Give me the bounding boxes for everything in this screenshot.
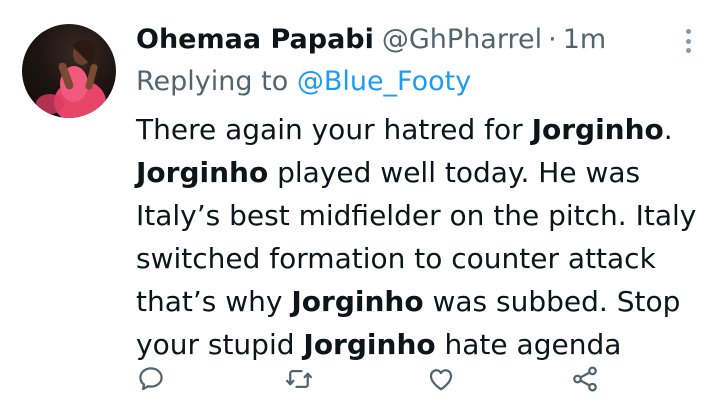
replying-to-mention[interactable]: @Blue_Footy	[297, 66, 471, 97]
share-button[interactable]	[568, 362, 602, 396]
timestamp[interactable]: 1m	[563, 20, 606, 60]
tweet-card[interactable]: Ohemaa Papabi @GhPharrel · 1m Replying t…	[0, 0, 720, 412]
tweet-text-segment: There again your hatred for	[136, 113, 532, 146]
highlighted-keyword: Jorginho	[291, 285, 424, 318]
display-name[interactable]: Ohemaa Papabi	[136, 20, 374, 60]
highlighted-keyword: Jorginho	[303, 328, 436, 361]
retweet-button[interactable]	[282, 362, 316, 396]
more-options-icon[interactable]	[678, 26, 698, 56]
tweet-text-segment: .	[663, 113, 673, 146]
comment-bubble-icon	[139, 367, 163, 391]
tweet-text-segment: hate agenda	[435, 328, 622, 361]
more-dot	[685, 38, 691, 44]
tweet-header: Ohemaa Papabi @GhPharrel · 1m	[136, 20, 606, 60]
retweet-icon	[286, 370, 312, 388]
highlighted-keyword: Jorginho	[531, 113, 664, 146]
highlighted-keyword: Jorginho	[136, 156, 269, 189]
heart-icon	[429, 369, 453, 391]
like-button[interactable]	[424, 362, 458, 396]
avatar-image	[36, 39, 106, 118]
separator-dot: ·	[548, 24, 557, 55]
more-dot	[685, 48, 691, 53]
reply-button[interactable]	[134, 362, 168, 396]
user-handle[interactable]: @GhPharrel	[382, 20, 542, 60]
share-icon	[573, 366, 597, 392]
action-bar	[0, 362, 720, 402]
tweet-text: There again your hatred for Jorginho. Jo…	[136, 108, 706, 366]
avatar[interactable]	[22, 24, 116, 118]
replying-to: Replying to @Blue_Footy	[136, 62, 471, 102]
more-dot	[685, 29, 691, 34]
replying-to-label: Replying to	[136, 66, 289, 97]
